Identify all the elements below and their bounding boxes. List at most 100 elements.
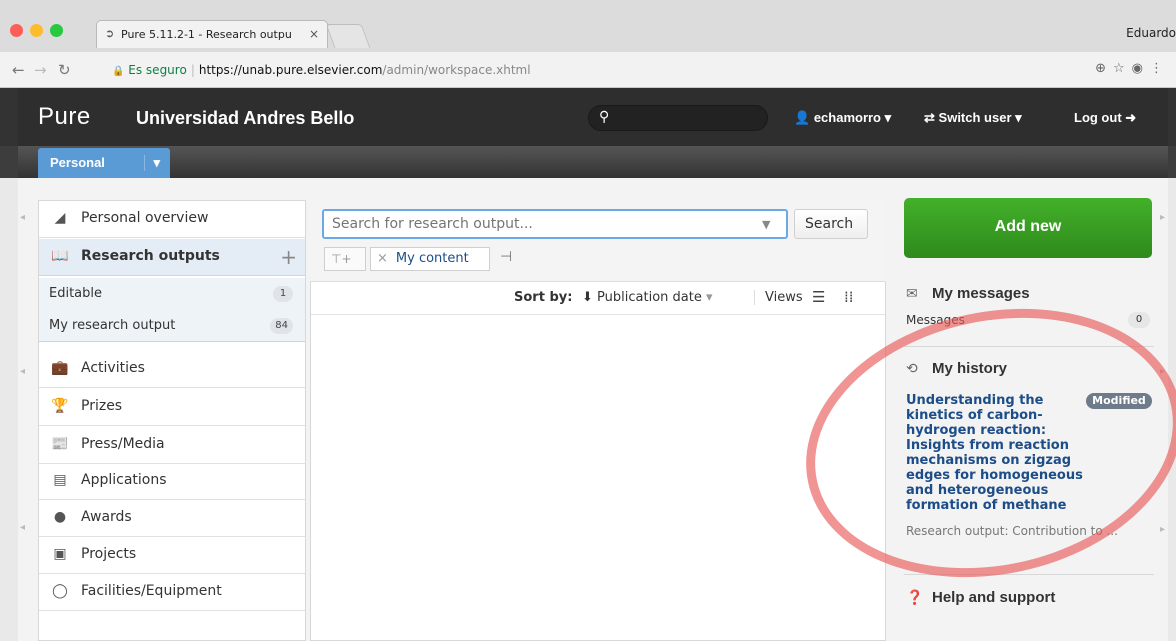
- tab-title: Pure 5.11.2-1 - Research outpu: [121, 28, 292, 41]
- nav-subitem-label: My research output: [49, 318, 176, 333]
- nav-item-personal-overview[interactable]: ◢ Personal overview: [39, 201, 305, 238]
- nav-item-facilities-equipment[interactable]: ◯ Facilities/Equipment: [39, 574, 305, 611]
- collapse-left-icon[interactable]: ◂: [20, 522, 25, 533]
- nav-item-label: Awards: [81, 509, 132, 525]
- filter-chip-my-content[interactable]: × My content: [370, 247, 490, 271]
- messages-count-badge: 0: [1128, 312, 1150, 328]
- divider: [904, 346, 1154, 347]
- browser-tab[interactable]: ➲ Pure 5.11.2-1 - Research outpu ×: [96, 20, 328, 48]
- minimize-window-icon[interactable]: [30, 24, 43, 37]
- book-icon: 📖: [51, 248, 69, 264]
- nav-item-label: Prizes: [81, 398, 123, 414]
- browser-extension-icons[interactable]: ⊕☆◉⋮: [1095, 61, 1170, 76]
- nav-subitem-label: Editable: [49, 286, 103, 301]
- nav-item-projects[interactable]: ▣ Projects: [39, 537, 305, 574]
- views-label: Views: [754, 290, 803, 305]
- filter-icon: ⊤+: [331, 252, 352, 266]
- browser-tab-bar: ➲ Pure 5.11.2-1 - Research outpu × Eduar…: [0, 0, 1176, 52]
- add-research-output-icon[interactable]: +: [280, 245, 297, 269]
- switch-user-menu[interactable]: ⇄ Switch user ▾: [924, 110, 1022, 126]
- collapse-right-icon[interactable]: ▸: [1160, 524, 1165, 535]
- sort-arrow-icon: ⬇: [582, 290, 593, 305]
- address-bar: ← → ↻ 🔒 Es seguro | https://unab.pure.else…: [0, 52, 1176, 88]
- messages-label[interactable]: Messages: [906, 313, 965, 327]
- collapse-right-icon[interactable]: ▸: [1160, 366, 1165, 377]
- logout-button[interactable]: Log out ➜: [1074, 110, 1136, 126]
- remove-filter-icon[interactable]: ×: [377, 251, 388, 266]
- award-icon: ●: [53, 509, 67, 525]
- sort-value: Publication date: [597, 290, 702, 305]
- sort-dropdown[interactable]: ⬇ Publication date ▾: [582, 290, 713, 305]
- nav-item-awards[interactable]: ● Awards: [39, 500, 305, 537]
- nav-item-label: Research outputs: [81, 248, 220, 264]
- nav-item-activities[interactable]: 💼 Activities: [39, 351, 305, 388]
- history-item-link[interactable]: Understanding the kinetics of carbon-hyd…: [906, 393, 1088, 513]
- nav-item-label: Personal overview: [81, 210, 209, 226]
- count-badge: 84: [270, 318, 293, 334]
- url-field[interactable]: 🔒 Es seguro | https://unab.pure.elsevier.c…: [106, 58, 1006, 82]
- collapse-right-icon[interactable]: ▸: [1160, 212, 1165, 223]
- tab-personal[interactable]: Personal ▾: [38, 148, 170, 178]
- zoom-icon[interactable]: ⊕: [1095, 61, 1113, 76]
- filter-chip-label: My content: [395, 251, 469, 266]
- add-new-button[interactable]: Add new: [904, 198, 1152, 258]
- nav-item-label: Facilities/Equipment: [81, 583, 222, 599]
- chevron-down-icon: ▾: [705, 290, 713, 305]
- count-badge: 1: [273, 286, 293, 302]
- user-menu[interactable]: 👤 echamorro ▾: [794, 110, 891, 126]
- header-search-input[interactable]: ⚲: [588, 105, 768, 131]
- list-view-icon[interactable]: ☰: [812, 288, 825, 306]
- maximize-window-icon[interactable]: [50, 24, 63, 37]
- collapse-left-icon[interactable]: ◂: [20, 212, 25, 223]
- user-name: echamorro: [813, 110, 882, 125]
- nav-item-label: Activities: [81, 360, 145, 376]
- research-output-search-input[interactable]: [322, 209, 788, 239]
- extension-icon[interactable]: ◉: [1132, 61, 1150, 76]
- forward-icon[interactable]: →: [34, 61, 47, 79]
- tab-personal-label: Personal: [50, 155, 105, 170]
- nav-subitem-my-research-output[interactable]: My research output 84: [39, 310, 305, 342]
- my-history-title[interactable]: My history: [932, 360, 1007, 377]
- secure-label: Es seguro: [128, 63, 187, 77]
- lock-icon: 🔒: [112, 66, 125, 77]
- nav-item-research-outputs[interactable]: 📖 Research outputs +: [39, 239, 305, 276]
- logout-arrow-icon: ➜: [1125, 110, 1137, 125]
- url-path: /admin/workspace.xhtml: [382, 63, 531, 77]
- envelope-icon: ✉: [906, 286, 918, 302]
- applications-icon: ▤: [53, 472, 67, 488]
- add-filter-button[interactable]: ⊤+: [324, 247, 366, 271]
- star-icon[interactable]: ☆: [1113, 61, 1132, 76]
- person-overview-icon: ◢: [54, 210, 66, 226]
- help-and-support-title[interactable]: Help and support: [932, 589, 1055, 606]
- grid-view-icon[interactable]: ⁞⁞: [844, 288, 854, 306]
- search-button[interactable]: Search: [794, 209, 868, 239]
- search-dropdown-icon[interactable]: ▼: [762, 218, 770, 231]
- pure-favicon-icon: ➲: [105, 27, 115, 40]
- tab-close-icon[interactable]: ×: [309, 27, 319, 41]
- collapse-left-icon[interactable]: ◂: [20, 366, 25, 377]
- nav-item-label: Applications: [81, 472, 167, 488]
- help-icon: ❓: [906, 590, 924, 606]
- close-window-icon[interactable]: [10, 24, 23, 37]
- back-icon[interactable]: ←: [12, 61, 25, 79]
- nav-item-label: Projects: [81, 546, 137, 562]
- user-icon: 👤: [794, 110, 811, 125]
- pin-filter-icon[interactable]: ⊣: [500, 249, 512, 265]
- reload-icon[interactable]: ↻: [58, 61, 71, 79]
- history-item-meta: Research output: Contribution to ...: [906, 524, 1118, 538]
- chevron-down-icon[interactable]: ▾: [144, 155, 160, 171]
- briefcase-icon: 💼: [51, 360, 69, 376]
- search-icon: ⚲: [599, 109, 610, 125]
- menu-icon[interactable]: ⋮: [1150, 61, 1170, 76]
- switch-icon: ⇄: [924, 110, 935, 125]
- browser-profile-name[interactable]: Eduardo: [1126, 26, 1176, 40]
- left-navigation: ◢ Personal overview 📖 Research outputs +…: [38, 200, 306, 641]
- nav-subitem-editable[interactable]: Editable 1: [39, 278, 305, 310]
- my-messages-title[interactable]: My messages: [932, 285, 1030, 302]
- nav-item-press-media[interactable]: 📰 Press/Media: [39, 427, 305, 464]
- nav-item-label: Press/Media: [81, 436, 165, 452]
- nav-item-applications[interactable]: ▤ Applications: [39, 463, 305, 500]
- pure-logo[interactable]: Pure: [38, 103, 91, 131]
- nav-item-prizes[interactable]: 🏆 Prizes: [39, 389, 305, 426]
- new-tab-button[interactable]: [325, 24, 371, 48]
